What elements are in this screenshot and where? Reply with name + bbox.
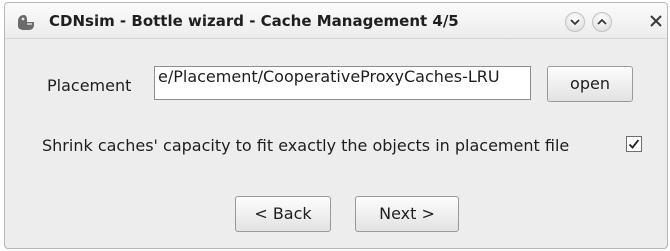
next-button[interactable]: Next > [355,196,459,232]
shrink-caches-label: Shrink caches' capacity to fit exactly t… [42,136,570,155]
window-title: CDNsim - Bottle wizard - Cache Managemen… [49,12,459,30]
chevron-up-icon [597,18,607,25]
checkmark-icon [628,139,640,149]
shrink-caches-checkbox[interactable] [626,136,642,152]
chevron-down-icon [570,19,580,26]
close-button[interactable] [646,11,666,31]
minimize-button[interactable] [565,12,585,32]
maximize-button[interactable] [592,12,612,32]
app-icon [18,15,34,30]
placement-path-input[interactable]: e/Placement/CooperativeProxyCaches-LRU [154,66,531,100]
back-button[interactable]: < Back [235,196,331,232]
placement-path-value: e/Placement/CooperativeProxyCaches-LRU [158,67,500,86]
placement-label: Placement [47,76,132,95]
title-bar[interactable]: CDNsim - Bottle wizard - Cache Managemen… [5,3,667,39]
open-button[interactable]: open [547,66,633,102]
close-icon [650,15,662,27]
wizard-window: CDNsim - Bottle wizard - Cache Managemen… [4,2,668,249]
